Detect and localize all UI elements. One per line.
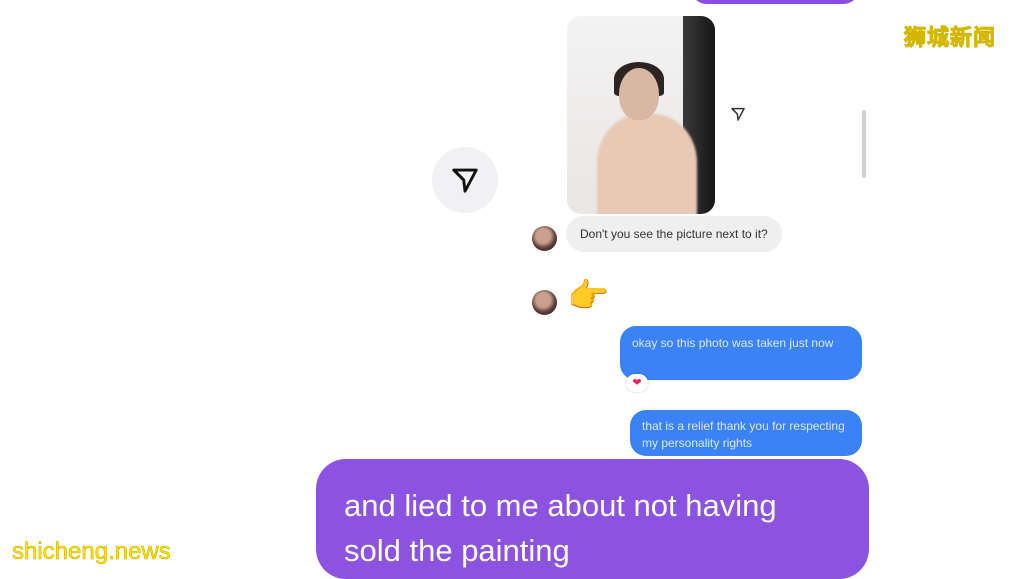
photo-face: [619, 68, 659, 120]
send-icon: [452, 168, 478, 193]
photo-figure: [597, 114, 697, 214]
sent-message: that is a relief thank you for respectin…: [630, 410, 862, 456]
send-icon: [731, 107, 745, 121]
watermark-logo: 狮城新闻: [903, 25, 997, 51]
video-subtitle: and lied to me about not having sold the…: [316, 459, 869, 579]
sent-message: okay so this photo was taken just now: [620, 326, 862, 380]
share-photo-button[interactable]: [728, 104, 748, 124]
share-button[interactable]: [432, 147, 498, 213]
avatar[interactable]: [532, 226, 557, 251]
previous-message-bubble: [690, 0, 860, 4]
watermark-url: shicheng.news: [12, 538, 171, 566]
scrollbar[interactable]: [862, 110, 866, 178]
heart-reaction-icon[interactable]: ❤: [626, 374, 648, 392]
avatar[interactable]: [532, 290, 557, 315]
received-message: Don't you see the picture next to it?: [566, 216, 782, 252]
shared-photo[interactable]: [567, 16, 715, 214]
pointing-emoji-message: 👉: [567, 277, 610, 315]
